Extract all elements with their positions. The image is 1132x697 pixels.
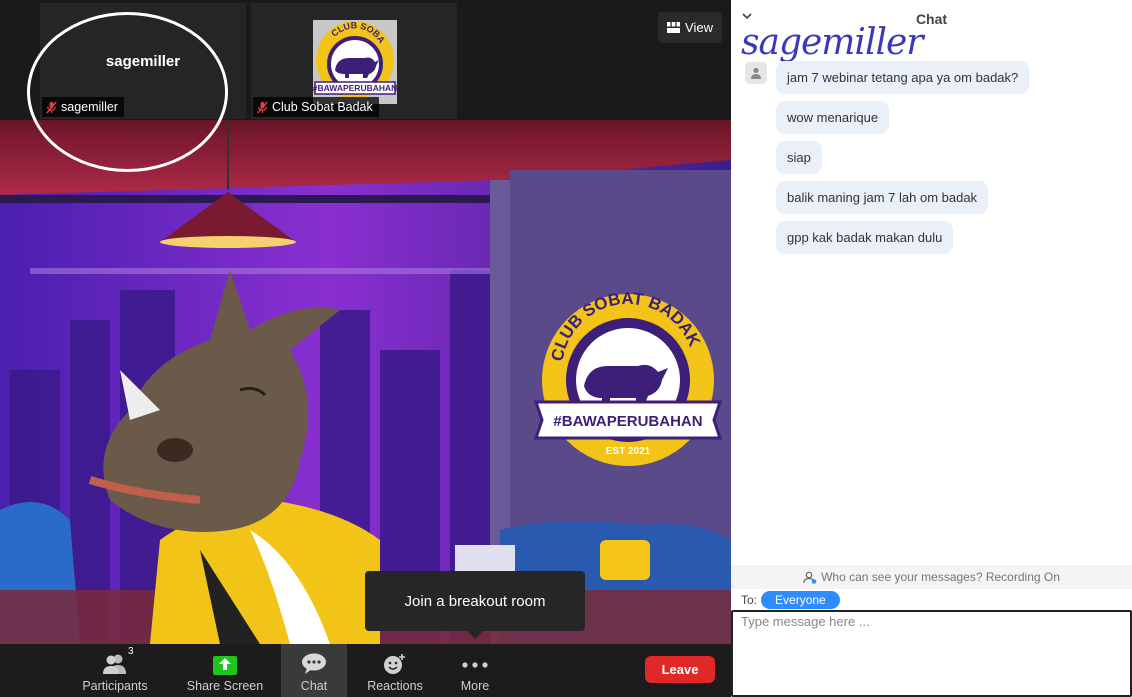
- recipient-dropdown[interactable]: Everyone: [761, 591, 840, 609]
- self-label-text: sagemiller: [61, 100, 118, 114]
- self-display-name: sagemiller: [105, 53, 181, 70]
- svg-text:EST 2021: EST 2021: [606, 446, 651, 457]
- chat-privacy-notice[interactable]: Who can see your messages? Recording On: [731, 565, 1132, 589]
- privacy-notice-text: Who can see your messages? Recording On: [821, 570, 1060, 584]
- share-screen-icon: [213, 656, 237, 675]
- chat-message: wow menarique: [776, 101, 890, 134]
- person-question-icon: [803, 571, 817, 584]
- speaker-video-scene: CLUB SOBAT BADAK #BAWAPERUBAHAN EST 2021: [0, 120, 731, 644]
- self-name-label: sagemiller: [42, 97, 124, 117]
- self-thumbnail[interactable]: sagemiller sagemiller: [40, 3, 246, 119]
- breakout-tooltip-text: Join a breakout room: [404, 592, 546, 610]
- grid-icon: [667, 22, 681, 33]
- participants-count: 3: [128, 646, 134, 657]
- more-button[interactable]: More: [445, 644, 505, 697]
- people-icon: [103, 654, 126, 674]
- chat-bubble-icon: [302, 653, 326, 674]
- share-screen-button[interactable]: Share Screen: [186, 644, 264, 697]
- mic-off-icon: [46, 100, 57, 114]
- recipient-row: To: Everyone: [741, 590, 840, 610]
- chat-button[interactable]: Chat: [281, 644, 347, 697]
- chat-message: jam 7 webinar tetang apa ya om badak?: [776, 61, 1030, 94]
- mic-off-icon: [257, 100, 268, 114]
- to-label: To:: [741, 593, 758, 607]
- handwritten-annotation: sagemiller: [741, 22, 923, 63]
- breakout-room-tooltip[interactable]: Join a breakout room: [365, 571, 585, 639]
- meeting-toolbar: 3 Participants Share Screen Chat Reactio…: [0, 644, 731, 697]
- participant-thumbnail-strip: sagemiller sagemiller CLUB SOBA #BAWAPER…: [0, 0, 731, 120]
- view-button-label: View: [685, 20, 713, 35]
- zoom-meeting-window: sagemiller sagemiller CLUB SOBA #BAWAPER…: [0, 0, 1132, 697]
- reactions-label: Reactions: [367, 679, 423, 693]
- host-thumbnail[interactable]: CLUB SOBAT BADAK #BAWAPERUBAHAN Club Sob…: [251, 3, 457, 119]
- svg-text:#BAWAPERUBAHAN: #BAWAPERUBAHAN: [553, 413, 702, 430]
- share-screen-label: Share Screen: [186, 679, 264, 693]
- participants-label: Participants: [82, 679, 148, 693]
- smiley-plus-icon: [384, 654, 405, 674]
- svg-text:#BAWAPERUBAHAN: #BAWAPERUBAHAN: [313, 83, 397, 93]
- more-label: More: [460, 679, 490, 693]
- chat-panel: Chat sagemiller jam 7 webinar tetang apa…: [731, 0, 1132, 697]
- main-speaker-video: CLUB SOBAT BADAK #BAWAPERUBAHAN EST 2021: [0, 120, 731, 644]
- club-logo-image: CLUB SOBAT BADAK #BAWAPERUBAHAN: [313, 20, 397, 104]
- avatar: [745, 62, 767, 84]
- meeting-area: sagemiller sagemiller CLUB SOBA #BAWAPER…: [0, 0, 731, 697]
- chat-message: gpp kak badak makan dulu: [776, 221, 954, 254]
- host-name-label: Club Sobat Badak: [253, 97, 379, 117]
- chat-message: siap: [776, 141, 822, 174]
- leave-button[interactable]: Leave: [645, 656, 715, 683]
- chat-message: balik maning jam 7 lah om badak: [776, 181, 989, 214]
- chat-label: Chat: [300, 679, 328, 693]
- message-input[interactable]: [731, 610, 1132, 697]
- dots-icon: [462, 662, 488, 668]
- reactions-button[interactable]: Reactions: [362, 644, 428, 697]
- host-label-text: Club Sobat Badak: [272, 100, 373, 114]
- participants-button[interactable]: 3 Participants: [80, 644, 150, 697]
- view-button[interactable]: View: [658, 12, 722, 43]
- person-icon: [751, 67, 761, 79]
